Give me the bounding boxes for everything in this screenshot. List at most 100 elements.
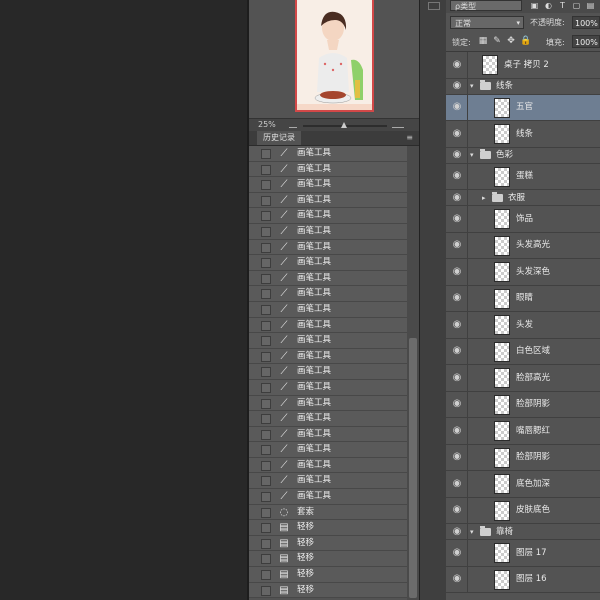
visibility-toggle[interactable]: ◉ [446,540,468,566]
snapshot-checkbox[interactable] [261,211,271,222]
visibility-toggle[interactable]: ◉ [446,471,468,497]
panel-menu-icon[interactable]: ≡ [406,133,413,142]
layer-group-row[interactable]: ◉ ▾ 色彩 [446,147,600,164]
visibility-toggle[interactable]: ◉ [446,163,468,189]
history-item[interactable]: ⟋ 画笔工具 [249,208,407,224]
layer-row[interactable]: ◉ 图层 16 [446,566,600,593]
layer-thumbnail[interactable] [494,288,510,309]
history-item[interactable]: ⟋ 画笔工具 [249,348,407,365]
history-item[interactable]: ▤ 轻移 [249,520,407,536]
history-item[interactable]: ⟋ 画笔工具 [249,317,407,334]
layer-thumbnail[interactable] [494,235,510,256]
collapse-panels-icon[interactable] [428,2,440,10]
visibility-toggle[interactable]: ◉ [446,338,468,364]
layer-thumbnail[interactable] [494,394,510,415]
snapshot-checkbox[interactable] [261,320,271,331]
layer-thumbnail[interactable] [494,543,510,563]
history-item[interactable]: ⟋ 画笔工具 [249,457,407,474]
snapshot-checkbox[interactable] [261,242,271,253]
snapshot-checkbox[interactable] [261,492,271,503]
history-item[interactable]: ◌ 套索 [249,504,407,521]
visibility-toggle[interactable]: ◉ [446,566,468,592]
snapshot-checkbox[interactable] [261,351,271,362]
lock-image-icon[interactable]: ✎ [492,36,502,46]
history-item[interactable]: ⟋ 画笔工具 [249,411,407,427]
snapshot-checkbox[interactable] [261,585,271,596]
snapshot-checkbox[interactable] [261,289,271,300]
layer-row[interactable]: ◉ 饰品 [446,206,600,233]
history-item[interactable]: ⟋ 画笔工具 [249,223,407,240]
snapshot-checkbox[interactable] [261,507,271,518]
layer-thumbnail[interactable] [494,124,510,144]
layer-thumbnail[interactable] [494,209,510,229]
snapshot-checkbox[interactable] [261,273,271,284]
layer-thumbnail[interactable] [494,447,510,468]
history-item[interactable]: ▤ 轻移 [249,535,407,552]
visibility-toggle[interactable]: ◉ [446,312,468,338]
visibility-toggle[interactable]: ◉ [446,524,468,539]
visibility-toggle[interactable]: ◉ [446,365,468,391]
history-item[interactable]: ⟋ 画笔工具 [249,255,407,271]
history-item[interactable]: ⟋ 画笔工具 [249,364,407,380]
history-scrollbar[interactable] [407,146,419,600]
layer-row[interactable]: ◉ 脸部阴影 [446,444,600,471]
layer-group-row[interactable]: ◉ ▸ 衣服 [446,190,600,206]
snapshot-checkbox[interactable] [261,445,271,456]
layer-thumbnail[interactable] [494,421,510,441]
history-scrollbar-thumb[interactable] [409,338,417,598]
visibility-toggle[interactable]: ◉ [446,285,468,311]
visibility-toggle[interactable]: ◉ [446,78,468,94]
visibility-toggle[interactable]: ◉ [446,444,468,470]
layer-row[interactable]: ◉ 白色区域 [446,338,600,365]
fill-input[interactable]: 100% [572,35,600,48]
chevron-right-icon[interactable]: ▸ [482,194,486,202]
layer-kind-filter[interactable]: ρ类型 [450,0,522,11]
zoom-percent[interactable]: 25% [258,120,276,129]
layer-thumbnail[interactable] [494,474,510,494]
filter-smart-object-icon[interactable]: ▤ [586,1,595,10]
layer-row[interactable]: ◉ 桌子 拷贝 2 [446,52,600,79]
zoom-in-icon[interactable] [392,121,404,128]
snapshot-checkbox[interactable] [261,570,271,581]
visibility-toggle[interactable]: ◉ [446,52,468,78]
layer-row[interactable]: ◉ 图层 17 [446,540,600,567]
layer-thumbnail[interactable] [494,368,510,388]
layer-row[interactable]: ◉ 脸部阴影 [446,391,600,418]
history-item[interactable]: ⟋ 画笔工具 [249,286,407,302]
snapshot-checkbox[interactable] [261,398,271,409]
snapshot-checkbox[interactable] [261,164,271,175]
layer-group-row[interactable]: ◉ ▾ 靠椅 [446,524,600,540]
snapshot-checkbox[interactable] [261,304,271,315]
layer-thumbnail[interactable] [482,55,498,75]
filter-type-icon[interactable]: T [558,1,567,10]
layer-row[interactable]: ◉ 嘴唇腮红 [446,418,600,445]
visibility-toggle[interactable]: ◉ [446,94,468,120]
history-item[interactable]: ▤ 轻移 [249,582,407,599]
layer-row[interactable]: ◉ 脸部高光 [446,365,600,392]
snapshot-checkbox[interactable] [261,429,271,440]
chevron-down-icon[interactable]: ▾ [470,528,474,536]
snapshot-checkbox[interactable] [261,414,271,425]
snapshot-checkbox[interactable] [261,367,271,378]
snapshot-checkbox[interactable] [261,460,271,471]
snapshot-checkbox[interactable] [261,226,271,237]
lock-all-icon[interactable]: 🔒 [520,36,531,46]
snapshot-checkbox[interactable] [261,382,271,393]
blend-mode-select[interactable]: 正常 ▾ [450,16,524,29]
layer-group-row[interactable]: ◉ ▾ 线条 [446,78,600,95]
history-item[interactable]: ⟋ 画笔工具 [249,442,407,458]
layer-row[interactable]: ◉ 头发 [446,312,600,339]
history-item[interactable]: ⟋ 画笔工具 [249,239,407,256]
visibility-toggle[interactable]: ◉ [446,121,468,147]
layer-thumbnail[interactable] [494,166,510,187]
snapshot-checkbox[interactable] [261,258,271,269]
lock-position-icon[interactable]: ✥ [506,36,516,46]
visibility-toggle[interactable]: ◉ [446,497,468,523]
visibility-toggle[interactable]: ◉ [446,418,468,444]
layer-row[interactable]: ◉ 蛋糕 [446,163,600,190]
layer-thumbnail[interactable] [494,341,510,362]
history-item[interactable]: ⟋ 画笔工具 [249,161,407,178]
tab-history[interactable]: 历史记录 [257,131,301,145]
filter-pixel-icon[interactable]: ▣ [530,1,539,10]
visibility-toggle[interactable]: ◉ [446,391,468,417]
